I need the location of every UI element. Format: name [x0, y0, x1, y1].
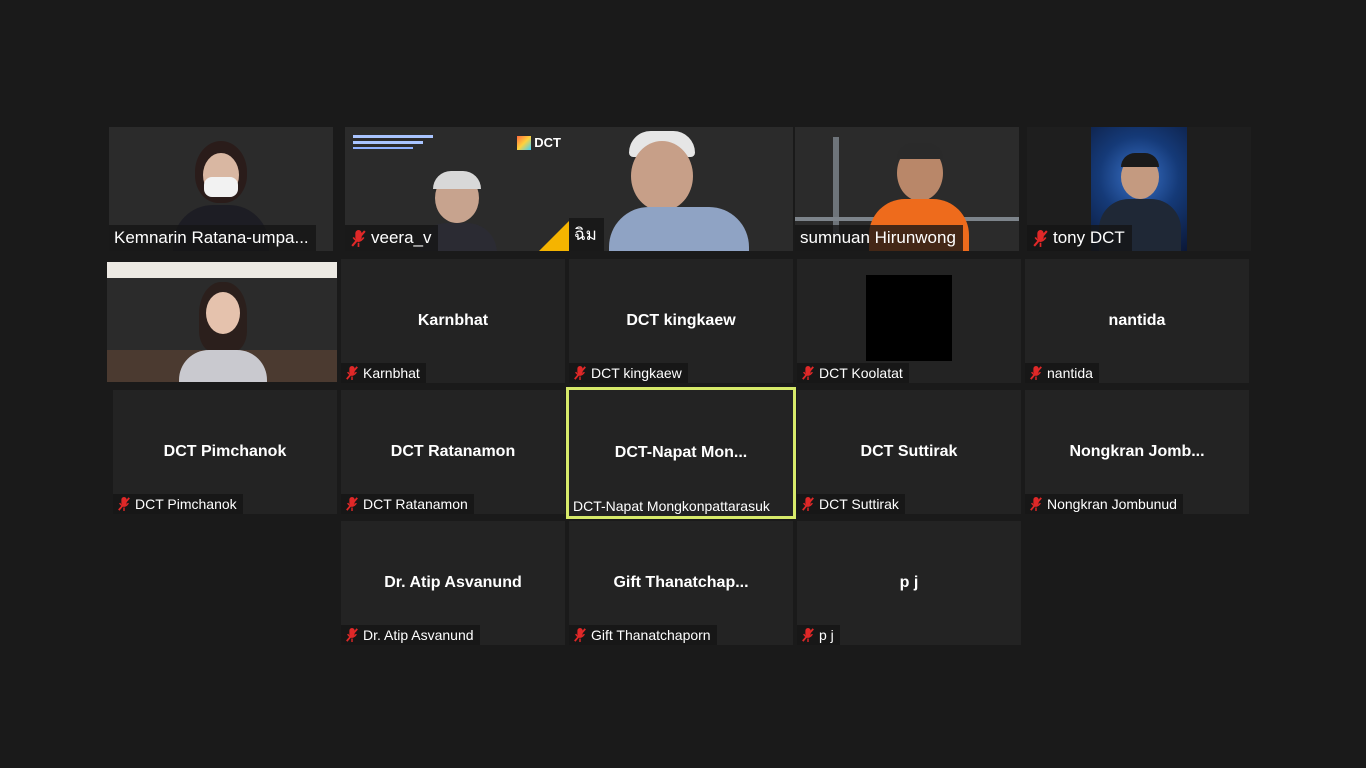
participant-name-label: DCT Koolatat [797, 363, 909, 383]
muted-mic-icon [573, 365, 587, 381]
participant-name-label: Kemnarin Ratana-umpa... [109, 225, 316, 251]
participant-name-label: DCT Suttirak [797, 494, 905, 514]
participant-display-name: Nongkran Jomb... [1069, 443, 1205, 460]
muted-mic-icon [801, 496, 815, 512]
bridge-pylon [833, 137, 839, 237]
participant-name-label: DCT Ratanamon [341, 494, 474, 514]
participant-tile-room[interactable] [107, 262, 337, 382]
participant-display-name: DCT kingkaew [626, 312, 736, 329]
participant-tile-gift[interactable]: Gift Thanatchap... Gift Thanatchaporn [569, 521, 793, 645]
participant-display-name: DCT Pimchanok [163, 443, 287, 460]
participant-video-person [609, 129, 759, 251]
participant-display-name: DCT Suttirak [860, 443, 958, 460]
participant-name-label: ฉิม [569, 218, 604, 251]
participant-name-label: veera_v [345, 225, 439, 251]
participant-tile-pimchanok[interactable]: DCT Pimchanok DCT Pimchanok [113, 390, 337, 514]
participant-display-name: DCT-Napat Mon... [614, 444, 748, 461]
muted-mic-icon [1029, 496, 1043, 512]
participant-tile-kemnarin[interactable]: Kemnarin Ratana-umpa... [109, 127, 333, 251]
muted-mic-icon [345, 365, 359, 381]
dct-banner-graphic [353, 135, 443, 149]
ceiling [107, 262, 337, 278]
participant-display-name: DCT Ratanamon [390, 443, 516, 460]
participant-name-label: sumnuan Hirunwong [795, 225, 963, 251]
participant-name-label: DCT-Napat Mongkonpattarasuk [573, 498, 770, 514]
participant-name-label: DCT kingkaew [569, 363, 688, 383]
participant-tile-sumnuan[interactable]: sumnuan Hirunwong [795, 127, 1019, 251]
muted-mic-icon [1032, 229, 1049, 248]
participant-video-person [173, 280, 273, 382]
participant-avatar [866, 275, 952, 361]
participant-name-label: Karnbhat [341, 363, 426, 383]
dct-logo: DCT [517, 135, 561, 150]
participant-display-name: Dr. Atip Asvanund [384, 574, 522, 591]
muted-mic-icon [350, 229, 367, 248]
participant-name-label: Dr. Atip Asvanund [341, 625, 480, 645]
decorative-corner [539, 221, 569, 251]
participant-tile-veera[interactable]: DCT veera_v [345, 127, 569, 251]
muted-mic-icon [801, 627, 815, 643]
participant-tile-atip[interactable]: Dr. Atip Asvanund Dr. Atip Asvanund [341, 521, 565, 645]
muted-mic-icon [573, 627, 587, 643]
muted-mic-icon [801, 365, 815, 381]
participant-tile-nantida[interactable]: nantida nantida [1025, 259, 1249, 383]
participant-name-label: tony DCT [1027, 225, 1132, 251]
participant-display-name: Karnbhat [417, 312, 489, 329]
participant-display-name: p j [899, 574, 919, 591]
muted-mic-icon [345, 496, 359, 512]
participant-tile-chim[interactable]: ฉิม [569, 127, 793, 251]
participant-name-label: Gift Thanatchaporn [569, 625, 717, 645]
participant-tile-ratanamon[interactable]: DCT Ratanamon DCT Ratanamon [341, 390, 565, 514]
participant-display-name: nantida [1108, 312, 1166, 329]
participant-tile-napat-active-speaker[interactable]: DCT-Napat Mon... DCT-Napat Mongkonpattar… [566, 387, 796, 519]
participant-name-label: nantida [1025, 363, 1099, 383]
participant-tile-kingkaew[interactable]: DCT kingkaew DCT kingkaew [569, 259, 793, 383]
participant-name-label: p j [797, 625, 840, 645]
muted-mic-icon [345, 627, 359, 643]
participant-tile-tony[interactable]: tony DCT [1027, 127, 1251, 251]
participant-name-label: Nongkran Jombunud [1025, 494, 1183, 514]
participant-tile-karnbhat[interactable]: Karnbhat Karnbhat [341, 259, 565, 383]
participant-name-label: DCT Pimchanok [113, 494, 243, 514]
muted-mic-icon [117, 496, 131, 512]
participant-tile-koolatat[interactable]: DCT Koolatat [797, 259, 1021, 383]
participant-tile-pj[interactable]: p j p j [797, 521, 1021, 645]
participant-tile-nongkran[interactable]: Nongkran Jomb... Nongkran Jombunud [1025, 390, 1249, 514]
participant-tile-suttirak[interactable]: DCT Suttirak DCT Suttirak [797, 390, 1021, 514]
participant-display-name: Gift Thanatchap... [613, 574, 749, 591]
muted-mic-icon [1029, 365, 1043, 381]
